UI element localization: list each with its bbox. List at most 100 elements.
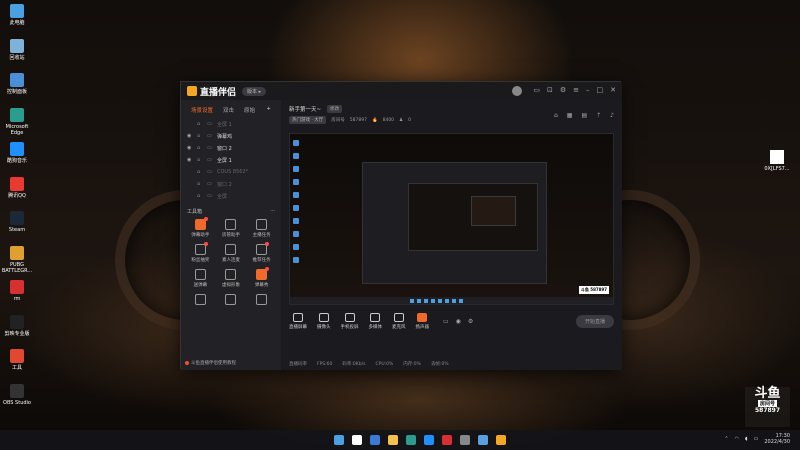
taskbar-app-icon[interactable] (442, 435, 452, 445)
stream-preview[interactable]: 斗鱼 587897 (289, 133, 614, 305)
eye-icon[interactable]: ◉ (187, 157, 193, 163)
source-button[interactable]: 摄像头 (317, 312, 331, 330)
avatar[interactable] (512, 86, 523, 96)
scene-item[interactable]: ⌂ ▭ 全屏 (181, 190, 281, 202)
toolbox-item[interactable]: 送弹幕 (185, 269, 216, 288)
desktop-icon[interactable]: 剪映专业版 (2, 314, 32, 337)
source-button[interactable]: 手机投屏 (341, 312, 359, 330)
tool-icon (10, 349, 24, 363)
taskbar-app-icon[interactable] (496, 435, 506, 445)
source-button[interactable]: 多媒体 (369, 312, 382, 330)
tab-raw[interactable]: 原始 (244, 106, 255, 114)
taskbar-app-icon[interactable] (406, 435, 416, 445)
desktop-icon[interactable]: OBS Studio (2, 383, 32, 406)
shop-icon[interactable]: ⌂ (554, 112, 558, 119)
eye-icon[interactable]: ◉ (456, 318, 461, 325)
app-icon (10, 280, 24, 294)
taskbar-app-icon[interactable] (334, 435, 344, 445)
desktop-icon[interactable]: rm (2, 280, 32, 302)
source-button[interactable]: 扬声器 (416, 312, 429, 330)
menu-icon[interactable]: ≡ (573, 86, 579, 96)
toolbox-item[interactable] (246, 294, 277, 307)
scene-item[interactable]: ◉ ⌂ ▭ 全屏 1 (181, 154, 281, 166)
message-icon[interactable]: ▭ (533, 86, 540, 96)
desktop-icon[interactable]: PUBG BATTLEGR... (2, 245, 32, 274)
close-icon[interactable]: ✕ (610, 86, 616, 96)
lock-icon[interactable]: ⌂ (197, 193, 203, 199)
chevron-up-icon[interactable]: ⌃ (724, 436, 728, 442)
toolbox-item[interactable]: 虚拟形象 (216, 269, 247, 288)
tab-double[interactable]: 双击 (223, 106, 234, 114)
lock-icon[interactable]: ⌂ (197, 157, 203, 163)
book-icon[interactable]: ▤ (581, 112, 587, 119)
toolbox-item[interactable] (216, 294, 247, 307)
toolbox-item[interactable]: 弹幕助手 (185, 217, 216, 238)
desktop-icon[interactable]: Steam (2, 211, 32, 233)
taskbar-app-icon[interactable] (424, 435, 434, 445)
desktop-icon[interactable]: 控制面板 (2, 73, 32, 95)
taskbar-app-icon[interactable] (388, 435, 398, 445)
toolbox-item[interactable]: 房管助手 (216, 219, 247, 238)
scene-item[interactable]: ◉ ⌂ ▭ 弹幕鸡 (181, 130, 281, 142)
gift-icon[interactable]: ⊡ (547, 86, 553, 96)
volume-icon[interactable]: ◖ (745, 436, 748, 442)
desktop-icon[interactable]: 腾讯QQ (2, 176, 32, 199)
taskbar-app-icon[interactable] (352, 435, 362, 445)
edit-title-button[interactable]: 修改 (327, 105, 343, 113)
preview-watermark: 斗鱼 587897 (578, 286, 609, 294)
toolbox-more-button[interactable]: ··· (270, 208, 275, 215)
tool-icon (256, 294, 268, 305)
status-metric: 内存:0% (403, 362, 421, 367)
clock[interactable]: 17:30 2022/4/30 (764, 433, 790, 445)
tutorial-link[interactable]: 斗鱼直播伴侣使用教程 (185, 360, 236, 366)
eye-icon[interactable]: ◉ (187, 133, 193, 139)
toolbox-item[interactable] (185, 294, 216, 307)
settings-gear-icon[interactable]: ⚙ (468, 318, 473, 325)
start-live-button[interactable]: 开始直播 (575, 314, 614, 328)
tool-icon (256, 242, 270, 255)
tab-scene-settings[interactable]: 场景设置 (191, 106, 213, 114)
desktop-icon[interactable]: 工具 (2, 349, 32, 371)
share-icon[interactable]: ⇡ (596, 112, 601, 119)
room-title: 新手第一天~ (289, 107, 322, 113)
scene-panel: 场景设置 双击 原始 + ⌂ ▭ 全屏 1 ◉ ⌂ ▭ 弹幕鸡 ◉ ⌂ ▭ 窗口 2 ◉ ⌂ ▭ 全屏 1 ⌂… (181, 100, 281, 370)
room-id-label: 房间号 (331, 118, 345, 123)
lock-icon[interactable]: ⌂ (197, 121, 203, 127)
scene-item[interactable]: ⌂ ▭ 全屏 1 (181, 118, 281, 130)
category-tag[interactable]: 热门游戏 · 大厅 (289, 116, 327, 124)
lock-icon[interactable]: ⌂ (197, 145, 203, 151)
camera-toggle-icon[interactable]: ▭ (443, 318, 449, 325)
add-scene-button[interactable]: + (266, 106, 271, 114)
maximize-icon[interactable]: □ (597, 86, 604, 96)
source-type-icon: ▭ (207, 181, 212, 187)
toolbox-item[interactable]: 粉丝抽奖 (185, 242, 216, 263)
taskbar-app-icon[interactable] (370, 435, 380, 445)
eye-icon[interactable]: ◉ (187, 145, 193, 151)
source-button[interactable]: 直播屏幕 (289, 312, 307, 330)
toolbox-item[interactable]: 主播任务 (246, 219, 277, 238)
bell-icon[interactable]: ♪ (610, 112, 614, 119)
scene-item[interactable]: ⌂ ▭ 窗口 2 (181, 178, 281, 190)
version-badge[interactable]: 版本 ▸ (242, 86, 267, 96)
desktop-icon[interactable]: 回收站 (2, 38, 32, 61)
battery-icon[interactable]: ▭ (754, 436, 759, 442)
desktop-icon-file[interactable]: 0X[LFS7... (760, 150, 794, 172)
settings-icon[interactable]: ⚙ (560, 86, 566, 96)
toolbox-item[interactable]: 弹幕秀 (246, 267, 277, 288)
lock-icon[interactable]: ⌂ (197, 133, 203, 139)
calendar-icon[interactable]: ▦ (567, 112, 573, 119)
wifi-icon[interactable]: ◠ (735, 436, 739, 442)
desktop-icon[interactable]: 酷狗音乐 (2, 142, 32, 164)
desktop-icon[interactable]: 此电脑 (2, 4, 32, 26)
desktop-icon[interactable]: Microsoft Edge (2, 107, 32, 136)
toolbox-item[interactable]: 推荐任务 (246, 242, 277, 263)
taskbar-app-icon[interactable] (460, 435, 470, 445)
lock-icon[interactable]: ⌂ (197, 169, 203, 175)
taskbar-app-icon[interactable] (478, 435, 488, 445)
scene-item[interactable]: ◉ ⌂ ▭ 窗口 2 (181, 142, 281, 154)
lock-icon[interactable]: ⌂ (197, 181, 203, 187)
toolbox-item[interactable]: 素人连麦 (216, 244, 247, 263)
source-button[interactable]: 麦克风 (392, 312, 406, 330)
minimize-icon[interactable]: – (586, 86, 590, 96)
scene-item[interactable]: ⌂ ▭ COUS 8562* (181, 166, 281, 178)
